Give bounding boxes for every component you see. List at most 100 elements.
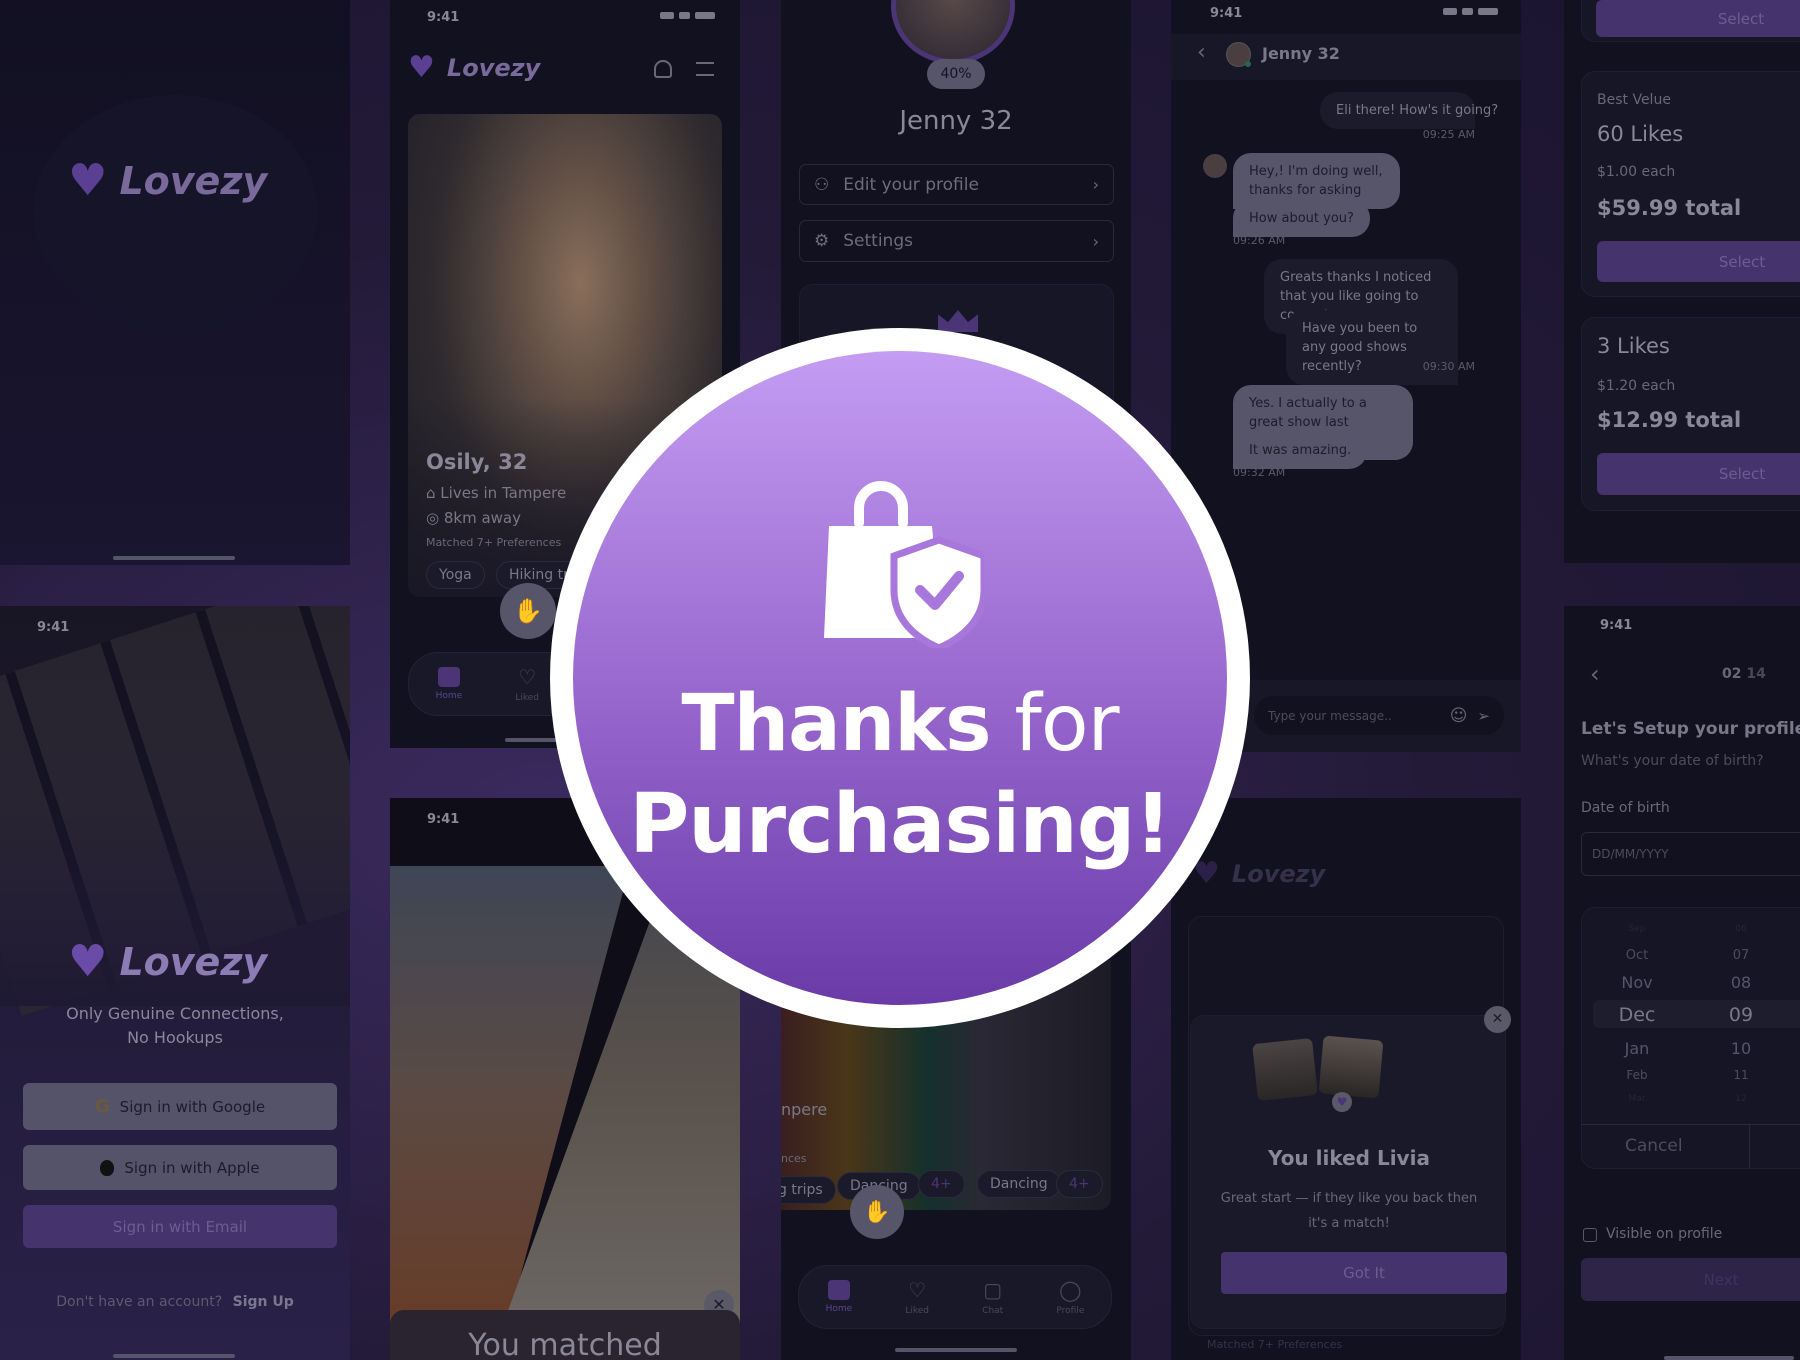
visible-label: Visible on profile (1606, 1226, 1723, 1242)
online-indicator (1245, 61, 1251, 67)
dislike-button[interactable]: ✋ (850, 1185, 904, 1239)
next-button[interactable]: Next (1581, 1258, 1800, 1301)
gear-icon: ⚙ (814, 231, 830, 251)
message-input[interactable]: Type your message.. ☺ ➢ (1254, 696, 1504, 735)
user-edit-icon: ⚇ (814, 174, 830, 195)
setup-profile-screen: 9:41 ‹ 02 14 Let's Setup your profile Wh… (1564, 606, 1800, 1360)
matched-preferences: Matched 7+ Preferences (1207, 1338, 1343, 1351)
home-indicator (895, 1348, 1017, 1352)
google-icon: G (94, 1096, 110, 1117)
nav-liked[interactable]: ♡ Liked (515, 665, 539, 703)
plan-unit-price: $1.00 each (1597, 164, 1676, 180)
message-bubble: It was amazing. (1233, 432, 1368, 469)
dob-label: Date of birth (1581, 800, 1670, 816)
liked-screen: ♥ Lovezy ♥ You liked Livia Great start —… (1171, 798, 1521, 1360)
nav-liked[interactable]: ♡ Liked (905, 1278, 929, 1316)
settings-row[interactable]: ⚙ Settings › (799, 220, 1114, 262)
status-time: 9:41 (427, 812, 460, 827)
month-column[interactable]: Sep Oct Nov Dec Jan Feb Mar (1582, 908, 1692, 1118)
google-signin-button[interactable]: G Sign in with Google (23, 1083, 337, 1130)
home-icon (827, 1280, 850, 1300)
signup-prompt: Don't have an account? Sign Up (56, 1294, 294, 1310)
matched-fragment: nces (781, 1152, 807, 1165)
dob-input[interactable]: DD/MM/YYYY (1581, 832, 1800, 876)
tagline: Only Genuine Connections, (66, 1004, 284, 1023)
nav-home[interactable]: Home (436, 667, 462, 701)
plan-card: Best Velue 60 Likes $1.00 each $59.99 to… (1581, 71, 1800, 297)
contact-name: Jenny 32 (1262, 44, 1340, 63)
matched-preferences: Matched 7+ Preferences (426, 536, 562, 549)
status-time: 9:41 (427, 10, 460, 25)
plan-badge: Best Velue (1597, 92, 1671, 108)
interest-chip: 4+ (918, 1170, 965, 1198)
thanks-badge: Thanks for Purchasing! (550, 328, 1250, 1028)
step-indicator: 02 14 (1722, 666, 1766, 682)
dislike-button[interactable]: ✋ (500, 583, 556, 639)
splash-screen: ♥ Lovezy (0, 0, 350, 565)
status-icons (660, 12, 715, 19)
lives-in: ⌂ Lives in Tampere (426, 484, 567, 502)
thumbs-down-icon: ✋ (513, 597, 543, 625)
close-icon: ✕ (1491, 1011, 1504, 1027)
send-icon[interactable]: ➢ (1477, 707, 1490, 725)
message-bubble: Have you been to any good shows recently… (1286, 310, 1458, 385)
heart-icon: ♡ (518, 665, 537, 689)
picker-cancel-button[interactable]: Cancel (1625, 1136, 1683, 1156)
interest-chip: Yoga (426, 561, 485, 589)
chevron-right-icon: › (1092, 175, 1099, 194)
day-column[interactable]: 06 07 08 09 10 11 12 (1686, 908, 1796, 1118)
user-icon: ◯ (1059, 1278, 1082, 1302)
message-bubble: Eli there! How's it going? (1320, 92, 1498, 129)
sender-avatar (1203, 154, 1227, 178)
home-icon (437, 667, 460, 687)
home-indicator (113, 556, 235, 560)
email-signin-button[interactable]: Sign in with Email (23, 1205, 337, 1248)
plan-title: 60 Likes (1597, 122, 1684, 146)
nav-home[interactable]: Home (826, 1280, 852, 1314)
plan-title: 3 Likes (1597, 334, 1670, 358)
plan-total: $59.99 total (1597, 196, 1742, 220)
select-plan-button[interactable]: Select (1597, 453, 1800, 495)
home-logo: ♥ Lovezy (408, 50, 541, 85)
liked-title: You liked Livia (1268, 1146, 1430, 1170)
select-plan-button[interactable]: Select (1597, 241, 1800, 282)
close-button[interactable]: ✕ (1484, 1006, 1511, 1033)
filter-icon[interactable] (696, 62, 714, 76)
apple-signin-button[interactable]: Sign in with Apple (23, 1145, 337, 1190)
liked-modal: ♥ You liked Livia Great start — if they … (1190, 1015, 1507, 1329)
shopping-bag-shield-check-icon (824, 481, 984, 648)
chat-icon: ▢ (983, 1278, 1003, 1302)
heart-badge-icon: ♥ (1332, 1092, 1352, 1112)
edit-profile-row[interactable]: ⚇ Edit your profile › (799, 164, 1114, 205)
liked-description: Great start — if they like you back then (1220, 1191, 1478, 1206)
emoji-icon[interactable]: ☺ (1450, 706, 1468, 726)
picker-divider (1582, 1124, 1800, 1125)
profile-avatar[interactable] (891, 0, 1015, 64)
status-time: 9:41 (1600, 618, 1633, 633)
plan-unit-price: $1.20 each (1597, 378, 1676, 394)
visible-checkbox[interactable] (1583, 1228, 1597, 1242)
status-icons (1443, 8, 1498, 15)
got-it-button[interactable]: Got It (1221, 1252, 1507, 1294)
nav-profile[interactable]: ◯Profile (1056, 1278, 1084, 1316)
select-plan-button[interactable]: Select (1596, 0, 1800, 37)
splash-glow (33, 95, 318, 330)
login-logo: ♥ Lovezy (68, 936, 268, 987)
thanks-line-1: Thanks for (681, 679, 1119, 769)
message-time: 09:25 AM (1422, 128, 1475, 141)
nav-chat[interactable]: ▢Chat (982, 1278, 1003, 1316)
heart-icon: ♡ (908, 1278, 927, 1302)
profile-completion-badge: 40% (927, 59, 985, 89)
back-button[interactable]: ‹ (1197, 40, 1206, 65)
sign-up-link[interactable]: Sign Up (233, 1294, 294, 1310)
date-picker[interactable]: Sep Oct Nov Dec Jan Feb Mar 06 07 08 09 … (1581, 907, 1800, 1169)
message-time: 09:32 AM (1233, 466, 1286, 479)
bell-icon[interactable] (654, 60, 672, 78)
home-indicator (113, 1354, 235, 1358)
heart-arrow-icon: ♥ (68, 936, 108, 987)
picker-divider-vertical (1749, 1124, 1750, 1168)
interest-chip: 4+ (1056, 1170, 1103, 1198)
tagline: No Hookups (127, 1028, 223, 1047)
back-button[interactable]: ‹ (1590, 660, 1600, 688)
apple-icon (100, 1159, 115, 1176)
